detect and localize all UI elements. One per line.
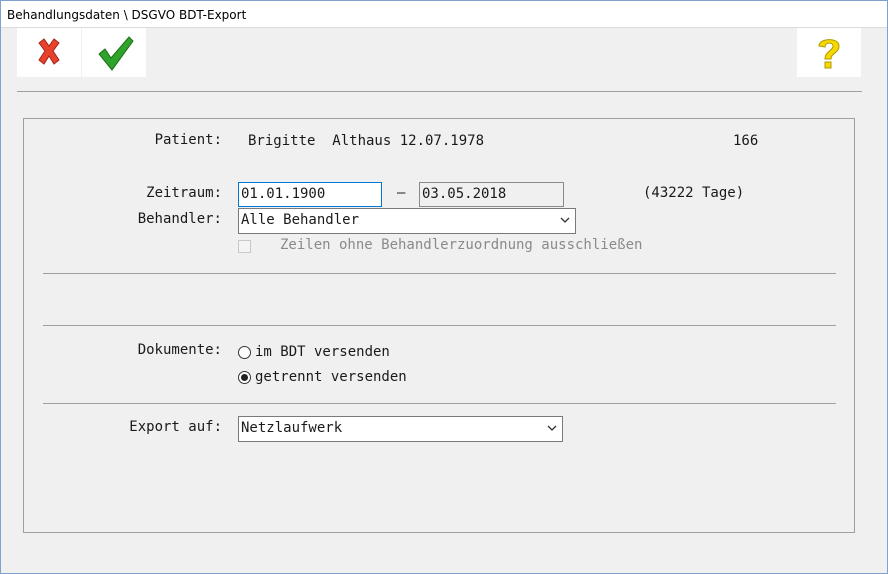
help-button[interactable] [797, 28, 861, 77]
toolbar-separator [17, 91, 862, 92]
green-checkmark-icon [98, 36, 134, 71]
ok-button[interactable] [82, 28, 146, 77]
exclude-unassigned-checkbox[interactable] [238, 240, 251, 253]
date-range-dash: – [397, 185, 406, 201]
chevron-down-icon [547, 425, 557, 431]
behandler-select[interactable]: Alle Behandler [238, 208, 576, 234]
dialog-window: Behandlungsdaten \ DSGVO BDT-Export Pati… [0, 0, 888, 574]
chevron-down-icon [560, 217, 570, 223]
yellow-question-icon [818, 39, 840, 69]
title-bar: Behandlungsdaten \ DSGVO BDT-Export [1, 1, 887, 28]
section-separator-3 [43, 403, 836, 404]
patient-name: Brigitte Althaus 12.07.1978 [248, 133, 485, 149]
radio-im-bdt-label[interactable]: im BDT versenden [255, 344, 390, 360]
export-target-select[interactable]: Netzlaufwerk [238, 416, 563, 442]
patient-label: Patient: [154, 132, 222, 148]
zeitraum-label: Zeitraum: [146, 185, 222, 201]
behandler-selected-value: Alle Behandler [241, 212, 360, 228]
radio-im-bdt[interactable] [238, 346, 251, 359]
window-title: Behandlungsdaten \ DSGVO BDT-Export [7, 8, 247, 22]
export-label: Export auf: [129, 419, 222, 435]
exclude-unassigned-label: Zeilen ohne Behandlerzuordnung ausschlie… [280, 237, 643, 253]
date-from-input[interactable]: 01.01.1900 [238, 182, 382, 207]
radio-selected-dot [241, 374, 248, 381]
days-count: (43222 Tage) [643, 185, 745, 201]
radio-getrennt[interactable] [238, 371, 251, 384]
red-x-icon [38, 38, 60, 65]
section-separator-2 [43, 325, 836, 326]
behandler-label: Behandler: [137, 211, 222, 227]
export-selected-value: Netzlaufwerk [241, 420, 343, 436]
cancel-button[interactable] [17, 28, 81, 77]
radio-getrennt-label[interactable]: getrennt versenden [255, 369, 407, 385]
patient-number: 166 [733, 133, 759, 149]
dokumente-label: Dokumente: [137, 342, 222, 358]
section-separator-1 [43, 273, 836, 274]
date-to-input[interactable]: 03.05.2018 [419, 182, 564, 207]
